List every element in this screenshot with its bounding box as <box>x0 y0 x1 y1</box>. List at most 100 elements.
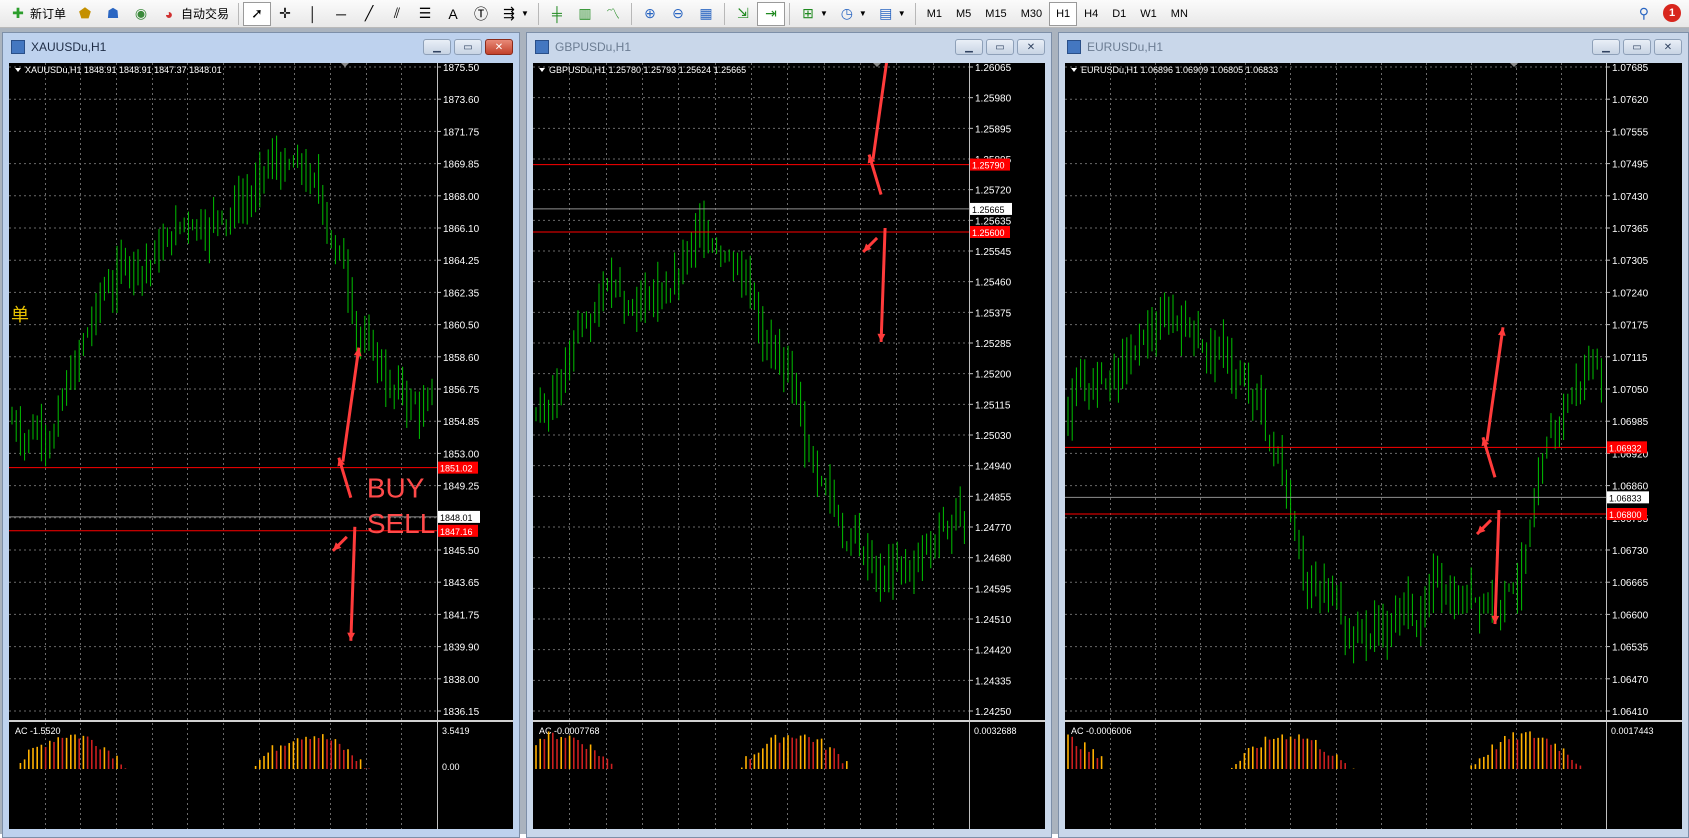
window-titlebar[interactable]: XAUUSDu,H1 ▁ ▭ ✕ <box>3 33 519 61</box>
periods-button[interactable]: ◷ ▼ <box>833 2 872 26</box>
price-chart-svg[interactable]: 1875.50 1873.60 1871.75 1869.85 1868.00 1866.… <box>9 63 513 829</box>
price-axis-label: 1.24510 <box>975 615 1012 626</box>
info-triangle-icon[interactable] <box>539 68 545 72</box>
annotation-arrow[interactable] <box>871 63 889 159</box>
zoom-out-button[interactable]: ⊖ <box>664 2 692 26</box>
notification-badge[interactable]: 1 <box>1663 4 1681 22</box>
info-triangle-icon[interactable] <box>15 68 21 72</box>
crosshair-tool[interactable]: ✛ <box>271 2 299 26</box>
chart-area[interactable]: 1875.50 1873.60 1871.75 1869.85 1868.00 1866.… <box>9 63 513 829</box>
annotation-arrow[interactable] <box>1485 327 1505 442</box>
timeframe-m1[interactable]: M1 <box>920 2 949 26</box>
price-axis-label: 1856.75 <box>443 385 480 396</box>
price-axis-label: 1.06410 <box>1612 707 1649 718</box>
text-label-tool[interactable]: Ⓣ <box>467 2 495 26</box>
timeframe-m5[interactable]: M5 <box>949 2 978 26</box>
price-chart-svg[interactable]: 1.07685 1.07620 1.07555 1.07495 1.07430 1.073… <box>1065 63 1682 829</box>
chart-area[interactable]: 1.07685 1.07620 1.07555 1.07495 1.07430 1.073… <box>1065 63 1682 829</box>
shift-marker-icon[interactable] <box>341 63 349 67</box>
vertical-line-tool[interactable]: │ <box>299 2 327 26</box>
window-title: XAUUSDu,H1 <box>31 40 107 54</box>
maximize-button[interactable]: ▭ <box>1623 39 1651 55</box>
text-tool[interactable]: A <box>439 2 467 26</box>
price-chart-svg[interactable]: 1.260651.259801.258951.258051.257201.256… <box>533 63 1045 829</box>
close-button[interactable]: ✕ <box>485 39 513 55</box>
shapes-tool[interactable]: ⇶ ▼ <box>495 2 534 26</box>
horizontal-line-tool[interactable]: ─ <box>327 2 355 26</box>
minimize-button[interactable]: ▁ <box>1592 39 1620 55</box>
timeframe-mn[interactable]: MN <box>1164 2 1195 26</box>
tile-windows-button[interactable]: ▦ <box>692 2 720 26</box>
shift-marker-icon[interactable] <box>873 63 881 67</box>
chart-area[interactable]: 1.260651.259801.258951.258051.257201.256… <box>533 63 1045 829</box>
close-button[interactable]: ✕ <box>1017 39 1045 55</box>
price-axis-label: 1.25980 <box>975 94 1012 105</box>
timeframe-d1[interactable]: D1 <box>1105 2 1133 26</box>
close-button[interactable]: ✕ <box>1654 39 1682 55</box>
price-axis-label: 1858.60 <box>443 353 480 364</box>
chart-shift-button[interactable]: ⇥ <box>756 1 785 26</box>
timeframe-h4[interactable]: H4 <box>1077 2 1105 26</box>
annotation-arrow[interactable] <box>1493 509 1501 625</box>
navigator-button[interactable]: ☗ <box>99 2 127 26</box>
window-controls: ▁ ▭ ✕ <box>1592 39 1682 55</box>
price-axis-label: 1.07115 <box>1612 353 1648 364</box>
price-axis-label: 1836.15 <box>443 707 480 718</box>
info-triangle-icon[interactable] <box>1071 68 1077 72</box>
templates-button[interactable]: ▤ ▼ <box>872 2 911 26</box>
price-axis-label: 1.07620 <box>1612 95 1649 106</box>
timeframe-m15[interactable]: M15 <box>978 2 1013 26</box>
price-axis-label: 1.25030 <box>975 431 1012 442</box>
crosshair-icon: ✛ <box>279 5 291 21</box>
zoom-in-icon: ⊕ <box>644 5 656 21</box>
annotation-arrow[interactable] <box>341 347 361 462</box>
zoom-in-button[interactable]: ⊕ <box>636 2 664 26</box>
indicator-axis-label: 3.5419 <box>442 726 470 736</box>
symbol-info: XAUUSDu,H1 1848.91 1848.91 1847.37 1848.… <box>25 65 222 75</box>
channel-tool[interactable]: ⫽ <box>383 2 411 26</box>
toolbar-separator <box>914 2 916 25</box>
timeframe-h1[interactable]: H1 <box>1049 1 1078 26</box>
sell-annotation[interactable]: SELL <box>367 508 436 539</box>
signals-button[interactable]: ◉ <box>127 2 155 26</box>
indicators-button[interactable]: ⊞ ▼ <box>794 2 833 26</box>
price-level-label: 1.25600 <box>972 228 1005 238</box>
price-axis-label: 1.07555 <box>1612 127 1649 138</box>
chart-window-0[interactable]: XAUUSDu,H1 ▁ ▭ ✕ 1875.50 1873.60 1871.75 1869.8… <box>2 32 520 838</box>
strategy-tester-button[interactable]: ⬟ <box>71 2 99 26</box>
price-axis-label: 1.24335 <box>975 676 1012 687</box>
window-titlebar[interactable]: GBPUSDu,H1 ▁ ▭ ✕ <box>527 33 1051 61</box>
cursor-tool[interactable]: ➚ <box>243 1 272 26</box>
current-price-label: 1848.01 <box>440 513 473 523</box>
maximize-button[interactable]: ▭ <box>986 39 1014 55</box>
price-axis-label: 1871.75 <box>443 127 480 138</box>
timeframe-m30[interactable]: M30 <box>1014 2 1049 26</box>
annotation-arrow[interactable] <box>349 526 357 641</box>
price-axis-label: 1.25115 <box>975 400 1011 411</box>
price-axis-label: 1.24940 <box>975 462 1012 473</box>
price-level-label: 1.06800 <box>1609 510 1642 520</box>
new-order-button[interactable]: ✚ 新订单 <box>4 2 71 26</box>
bar-chart-button[interactable]: ╪ <box>543 2 571 26</box>
trendline-tool[interactable]: ╱ <box>355 2 383 26</box>
maximize-button[interactable]: ▭ <box>454 39 482 55</box>
timeframe-w1[interactable]: W1 <box>1133 2 1164 26</box>
annotation-arrow[interactable] <box>879 227 887 343</box>
chart-window-1[interactable]: GBPUSDu,H1▁▭✕1.260651.259801.258951.2580… <box>526 32 1052 838</box>
search-icon[interactable]: ⚲ <box>1639 5 1649 22</box>
minimize-button[interactable]: ▁ <box>423 39 451 55</box>
horizontal-line-icon: ─ <box>336 5 346 22</box>
window-titlebar[interactable]: EURUSDu,H1 ▁ ▭ ✕ <box>1059 33 1688 61</box>
side-marker: 单 <box>11 305 29 326</box>
buy-annotation[interactable]: BUY <box>367 473 425 504</box>
price-axis-label: 1.25635 <box>975 216 1012 227</box>
minimize-button[interactable]: ▁ <box>955 39 983 55</box>
candle-chart-button[interactable]: ▥ <box>571 2 599 26</box>
price-axis-label: 1.07050 <box>1612 385 1649 396</box>
line-chart-button[interactable]: 〽 <box>599 2 627 26</box>
chevron-down-icon: ▼ <box>897 9 906 18</box>
chart-window-2[interactable]: EURUSDu,H1 ▁ ▭ ✕ 1.07685 1.07620 1.07555 1.0749… <box>1058 32 1689 838</box>
auto-trade-button[interactable]: ◕ 自动交易 <box>155 2 234 26</box>
auto-scroll-button[interactable]: ⇲ <box>729 2 757 26</box>
fibonacci-tool[interactable]: ☰ <box>411 2 439 26</box>
